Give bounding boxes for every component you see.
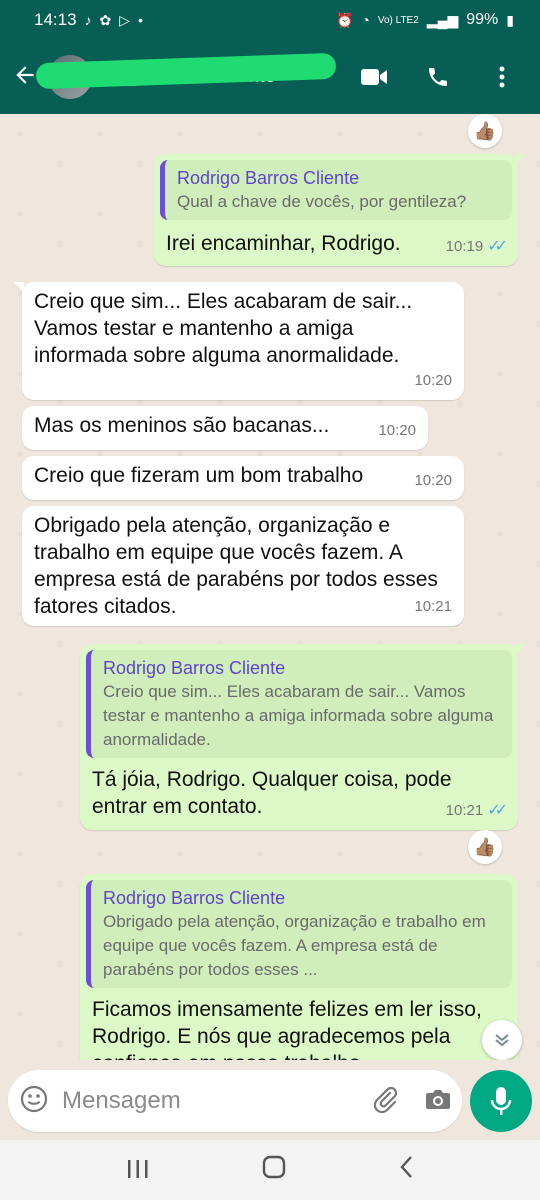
quoted-author: Rodrigo Barros Cliente [103, 888, 286, 908]
status-bar: 14:13 ♪ ✿ ▷ • ⏰ ◔ Vo) LTE2 ▂▄▆ 99% ▮ [0, 0, 540, 40]
message-time: 10:21 [414, 598, 452, 615]
mic-button[interactable] [470, 1070, 532, 1132]
message-meta: 10:20 [414, 367, 452, 394]
message-text: Creio que fizeram um bom trabalho [34, 464, 364, 487]
message-text: Mas os meninos são bacanas... [34, 414, 330, 437]
recent-apps-icon[interactable] [127, 1155, 149, 1186]
message-meta: 10:21 ✓✓ [445, 797, 508, 824]
app-notification-icon: ✿ [99, 11, 112, 28]
message-time: 10:20 [378, 422, 416, 439]
quoted-author: Rodrigo Barros Cliente [177, 168, 360, 188]
message-meta: 10:19 ✓✓ [445, 233, 508, 260]
message-time: 10:19 [445, 238, 484, 255]
message-input[interactable] [62, 1087, 372, 1115]
double-check-read-icon: ✓✓ [487, 802, 508, 819]
double-check-read-icon: ✓✓ [487, 238, 508, 255]
message-incoming[interactable]: Mas os meninos são bacanas... 10:20 [22, 406, 428, 450]
message-meta: 10:21 [414, 593, 452, 620]
message-text: Obrigado pela atenção, organização e tra… [34, 514, 438, 618]
system-navigation-bar [0, 1140, 540, 1200]
message-text: Ficamos imensamente felizes em ler isso,… [92, 998, 482, 1060]
home-icon[interactable] [262, 1155, 286, 1186]
message-incoming[interactable]: Obrigado pela atenção, organização e tra… [22, 506, 464, 626]
emoji-icon[interactable] [20, 1085, 48, 1118]
network-label: Vo) LTE2 [377, 14, 419, 26]
back-nav-icon[interactable] [399, 1155, 413, 1186]
alarm-icon: ⏰ [335, 11, 354, 28]
battery-percent: 99% [466, 11, 499, 28]
quoted-text: Obrigado pela atenção, organização e tra… [103, 912, 486, 979]
message-time: 10:20 [414, 472, 452, 489]
quoted-author: Rodrigo Barros Cliente [103, 658, 286, 678]
more-vert-icon[interactable] [488, 63, 516, 91]
quoted-message[interactable]: Rodrigo Barros Cliente Qual a chave de v… [160, 160, 512, 220]
message-time: 10:21 [445, 802, 484, 819]
reaction-thumbs-up[interactable]: 👍🏽 [468, 830, 502, 864]
message-time: 10:20 [414, 372, 452, 389]
message-outgoing[interactable]: Rodrigo Barros Cliente Qual a chave de v… [154, 154, 526, 266]
double-chevron-down-icon [495, 1034, 509, 1047]
composer [0, 1062, 540, 1140]
tiktok-notification-icon: ♪ [84, 12, 92, 28]
scroll-to-bottom-button[interactable] [482, 1020, 522, 1060]
play-notification-icon: ▷ [119, 11, 131, 28]
message-incoming[interactable]: Creio que sim... Eles acabaram de sair..… [14, 282, 464, 400]
message-meta: 10:20 [378, 417, 416, 444]
quoted-text: Creio que sim... Eles acabaram de sair..… [103, 682, 494, 749]
message-input-container[interactable] [8, 1070, 462, 1132]
mic-icon [490, 1087, 512, 1115]
quoted-message[interactable]: Rodrigo Barros Cliente Obrigado pela ate… [86, 880, 512, 988]
message-text: Creio que sim... Eles acabaram de sair..… [34, 290, 413, 367]
message-meta: 10:20 [414, 467, 452, 494]
wifi-icon: ◔ [361, 12, 370, 28]
reaction-thumbs-up[interactable]: 👍🏽 [468, 114, 502, 148]
video-call-icon[interactable] [360, 63, 388, 91]
message-outgoing[interactable]: Rodrigo Barros Cliente Obrigado pela ate… [80, 874, 518, 1060]
quoted-text: Qual a chave de vocês, por gentileza? [177, 192, 467, 211]
phone-icon[interactable] [424, 63, 452, 91]
battery-icon: ▮ [506, 11, 514, 28]
dot-icon: • [138, 12, 143, 28]
camera-icon[interactable] [424, 1087, 452, 1116]
status-time: 14:13 [34, 10, 77, 29]
signal-icon: ▂▄▆ [426, 11, 459, 28]
message-outgoing[interactable]: Rodrigo Barros Cliente Creio que sim... … [80, 644, 526, 830]
quoted-message[interactable]: Rodrigo Barros Cliente Creio que sim... … [86, 650, 512, 758]
message-incoming[interactable]: Creio que fizeram um bom trabalho 10:20 [22, 456, 464, 500]
paperclip-icon[interactable] [372, 1085, 398, 1118]
chat-area[interactable]: 👍🏽 Rodrigo Barros Cliente Qual a chave d… [0, 114, 540, 1060]
